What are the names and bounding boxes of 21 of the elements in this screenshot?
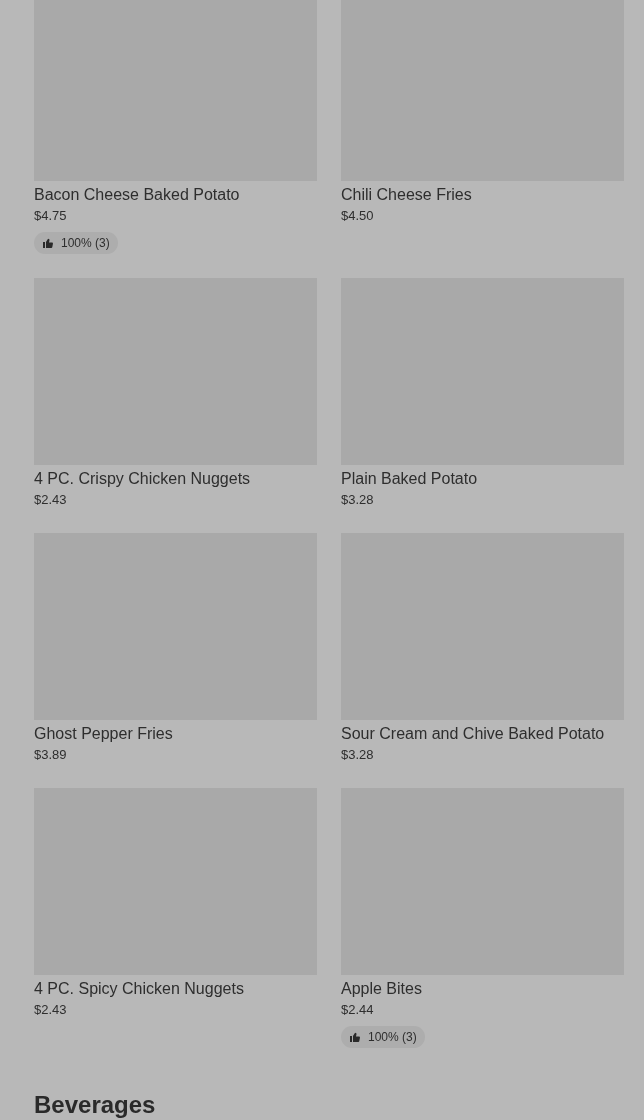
item-price: $3.28 [341, 746, 375, 764]
item-name[interactable]: 4 PC. Crispy Chicken Nuggets [34, 468, 317, 490]
item-name[interactable]: Apple Bites [341, 978, 624, 1000]
item-price: $4.75 [34, 207, 68, 225]
item-name[interactable]: Sour Cream and Chive Baked Potato [341, 723, 624, 745]
rating-text: 100% (3) [61, 235, 110, 252]
item-name[interactable]: Chili Cheese Fries [341, 184, 624, 206]
item-name[interactable]: Plain Baked Potato [341, 468, 624, 490]
item-name[interactable]: Ghost Pepper Fries [34, 723, 317, 745]
thumbs-up-icon [349, 1031, 361, 1043]
item-name[interactable]: 4 PC. Spicy Chicken Nuggets [34, 978, 317, 1000]
item-name[interactable]: Bacon Cheese Baked Potato [34, 184, 317, 206]
section-heading: Beverages [33, 1090, 157, 1120]
thumbs-up-icon [42, 237, 54, 249]
item-price: $4.50 [341, 207, 375, 225]
item-price: $3.89 [34, 746, 68, 764]
item-price: $2.44 [341, 1001, 375, 1019]
item-price: $2.43 [34, 1001, 68, 1019]
item-price: $3.28 [341, 491, 375, 509]
rating-text: 100% (3) [368, 1029, 417, 1046]
item-price: $2.43 [34, 491, 68, 509]
